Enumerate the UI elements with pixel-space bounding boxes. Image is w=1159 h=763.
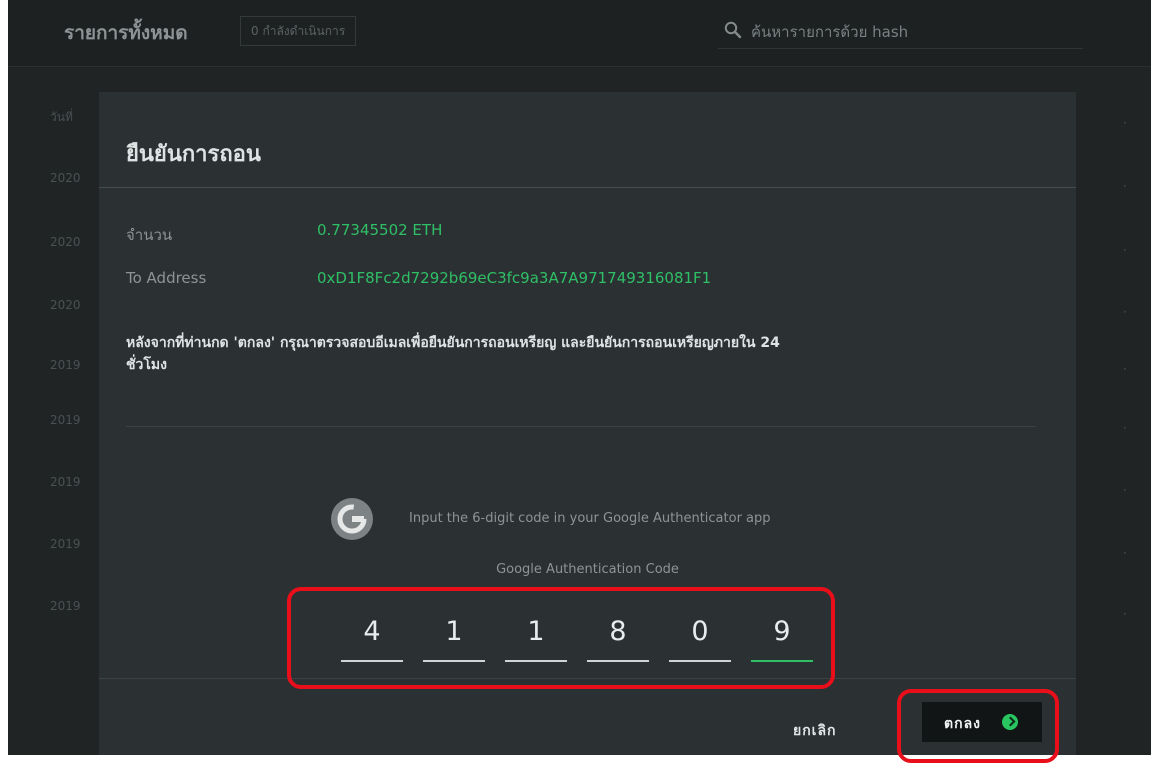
authenticator-instruction: Input the 6-digit code in your Google Au… xyxy=(409,511,771,526)
page-title: รายการทั้งหมด xyxy=(64,22,188,44)
background-row-marker: · xyxy=(1123,421,1127,435)
search-underline xyxy=(718,48,1083,49)
authentication-code-digit-1[interactable]: 4 xyxy=(341,608,403,662)
email-confirmation-notice: หลังจากที่ท่านกด 'ตกลง' กรุณาตรวจสอบอีเม… xyxy=(126,332,1046,376)
background-date-cell: 2019 xyxy=(50,537,81,551)
confirm-button[interactable]: ตกลง xyxy=(922,702,1042,742)
background-row-marker: · xyxy=(1123,179,1127,193)
dark-app-screen: รายการทั้งหมด 0 กำลังดำเนินการ ค้นหารายก… xyxy=(8,0,1151,755)
background-row-marker: · xyxy=(1123,607,1127,621)
google-authenticator-logo-icon xyxy=(332,499,372,539)
authentication-code-digit-3[interactable]: 1 xyxy=(505,608,567,662)
background-date-cell: 2020 xyxy=(50,235,81,249)
notice-line-1: หลังจากที่ท่านกด 'ตกลง' กรุณาตรวจสอบอีเม… xyxy=(126,335,780,351)
withdrawal-amount: 0.77345502 ETH xyxy=(317,221,443,239)
background-row-marker: · xyxy=(1123,243,1127,257)
background-row-marker: · xyxy=(1123,116,1127,130)
dialog-footer-divider xyxy=(99,678,1076,679)
dialog-section-divider xyxy=(126,426,1036,427)
google-authenticator-icon xyxy=(331,498,373,540)
authentication-code-digit-6[interactable]: 9 xyxy=(751,608,813,662)
notice-line-2: ชั่วโมง xyxy=(126,357,167,373)
background-date-cell: 2019 xyxy=(50,599,81,613)
to-address-label: To Address xyxy=(126,269,207,287)
dialog-header-divider xyxy=(99,187,1076,188)
date-column-header: วันที่ xyxy=(50,110,73,124)
amount-label: จำนวน xyxy=(126,226,173,244)
authentication-code-digit-5[interactable]: 0 xyxy=(669,608,731,662)
transactions-header: รายการทั้งหมด 0 กำลังดำเนินการ ค้นหารายก… xyxy=(8,0,1151,67)
authentication-code-digit-2[interactable]: 1 xyxy=(423,608,485,662)
background-row-marker: · xyxy=(1123,362,1127,376)
pending-transactions-badge[interactable]: 0 กำลังดำเนินการ xyxy=(240,16,357,46)
cancel-button[interactable]: ยกเลิก xyxy=(793,720,837,742)
background-row-marker: · xyxy=(1123,483,1127,497)
background-date-cell: 2019 xyxy=(50,413,81,427)
confirm-button-label: ตกลง xyxy=(944,716,981,732)
authentication-code-digit-4[interactable]: 8 xyxy=(587,608,649,662)
arrow-right-circle-icon xyxy=(1002,714,1018,730)
authentication-code-label: Google Authentication Code xyxy=(496,562,679,577)
background-date-cell: 2019 xyxy=(50,358,81,372)
background-date-cell: 2020 xyxy=(50,298,81,312)
destination-address: 0xD1F8Fc2d7292b69eC3fc9a3A7A971749316081… xyxy=(317,269,712,287)
transaction-hash-search-input[interactable]: ค้นหารายการด้วย hash xyxy=(751,20,908,44)
background-row-marker: · xyxy=(1123,305,1127,319)
dialog-title: ยืนยันการถอน xyxy=(126,142,261,167)
background-row-marker: · xyxy=(1123,546,1127,560)
background-date-cell: 2020 xyxy=(50,171,81,185)
withdrawal-confirmation-dialog: ยืนยันการถอน จำนวน 0.77345502 ETH To Add… xyxy=(99,92,1076,755)
background-date-cell: 2019 xyxy=(50,475,81,489)
search-icon[interactable] xyxy=(724,21,742,39)
